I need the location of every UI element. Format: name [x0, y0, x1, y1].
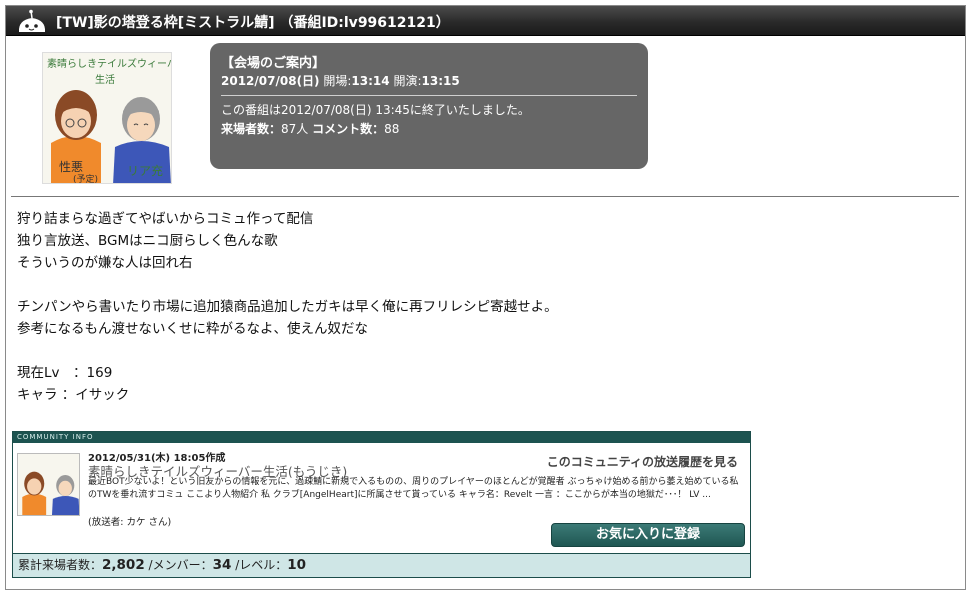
thumbnail-badge-sub: (予定)	[73, 173, 98, 184]
community-info-bar: COMMUNITY INFO	[13, 432, 750, 443]
program-thumbnail[interactable]: 素晴らしきテイルズウィーバー 生活 性悪 (予定) リア充	[42, 52, 172, 184]
description-line: そういうのが嫌な人は回れ右	[17, 255, 193, 271]
open-time: 13:14	[351, 74, 390, 88]
program-title: [TW]影の塔登る枠[ミストラル鯖] （番組ID:lv99612121）	[56, 15, 450, 31]
venue-date: 2012/07/08(日)	[221, 74, 320, 88]
visitors-label: 来場者数：	[221, 122, 282, 136]
program-panel: [TW]影の塔登る枠[ミストラル鯖] （番組ID:lv99612121） 素晴ら…	[5, 5, 966, 590]
stats-level: 10	[287, 557, 307, 573]
title-bar: [TW]影の塔登る枠[ミストラル鯖] （番組ID:lv99612121）	[6, 6, 965, 36]
thumbnail-illustration: 素晴らしきテイルズウィーバー 生活 性悪 (予定) リア充	[43, 53, 172, 184]
caster-prefix: (放送者:	[88, 517, 127, 528]
ended-notice: この番組は2012/07/08(日) 13:45に終了いたしました。	[221, 103, 530, 117]
thumbnail-title-1: 素晴らしきテイルズウィーバー	[47, 57, 172, 70]
tv-mascot-icon	[18, 9, 46, 32]
caster-suffix: さん)	[145, 517, 172, 528]
comments-value: 88	[384, 122, 400, 136]
stats-members: 34	[212, 557, 232, 573]
visitors-value: 87人	[281, 122, 309, 136]
description-line: キャラ ：イサック	[17, 387, 130, 403]
stats-visitors-label: 累計来場者数：	[18, 558, 103, 572]
start-label: 開演:	[393, 74, 422, 88]
caster-name[interactable]: カケ	[126, 517, 145, 528]
description-line: 狩り詰まらな過ぎてやばいからコミュ作って配信	[17, 211, 314, 227]
stats-visitors: 2,802	[102, 557, 145, 573]
open-label: 開場:	[323, 74, 352, 88]
description-line: 現在Lv ：169	[17, 365, 113, 381]
venue-stats: 来場者数：87人 コメント数：88	[221, 120, 637, 137]
add-favorite-button[interactable]: お気に入りに登録	[551, 523, 745, 547]
thumbnail-title-2: 生活	[95, 73, 115, 86]
thumbnail-badge-right: リア充	[127, 163, 163, 178]
program-description: 狩り詰まらな過ぎてやばいからコミュ作って配信 独り言放送、BGMはニコ厨らしく色…	[17, 208, 558, 406]
section-divider	[11, 196, 959, 197]
stats-level-label: /レベル：	[231, 558, 288, 572]
stats-members-label: /メンバー：	[144, 558, 213, 572]
description-line: 独り言放送、BGMはニコ厨らしく色んな歌	[17, 233, 278, 249]
description-line: チンパンやら書いたり市場に追加猿商品追加したガキは早く俺に再フリレシピ寄越せよ。	[17, 299, 558, 315]
comments-label: コメント数：	[312, 122, 385, 136]
broadcast-history-link[interactable]: このコミュニティの放送履歴を見る	[547, 453, 738, 470]
venue-info-box: 【会場のご案内】 2012/07/08(日) 開場:13:14 開演:13:15…	[210, 43, 648, 169]
community-thumbnail-illustration	[18, 454, 79, 515]
community-info-card: COMMUNITY INFO 2012/05/31(木) 18:05作成 素晴ら…	[12, 431, 751, 578]
description-line: 参考になるもん渡せないくせに粋がるなよ、使えん奴だな	[17, 321, 368, 337]
community-description: 最近BOT少ないよ！という旧友からの情報を元に、過疎鯖に新規で入るものの、周りの…	[88, 477, 739, 500]
community-stats: 累計来場者数：2,802 /メンバー：34 /レベル：10	[13, 553, 750, 577]
venue-times: 2012/07/08(日) 開場:13:14 開演:13:15	[221, 72, 637, 96]
thumbnail-badge-left: 性悪	[59, 160, 83, 174]
caster-line: (放送者: カケ さん)	[88, 514, 171, 528]
start-time: 13:15	[421, 74, 460, 88]
venue-heading: 【会場のご案内】	[221, 56, 326, 71]
community-thumbnail[interactable]	[17, 453, 80, 516]
